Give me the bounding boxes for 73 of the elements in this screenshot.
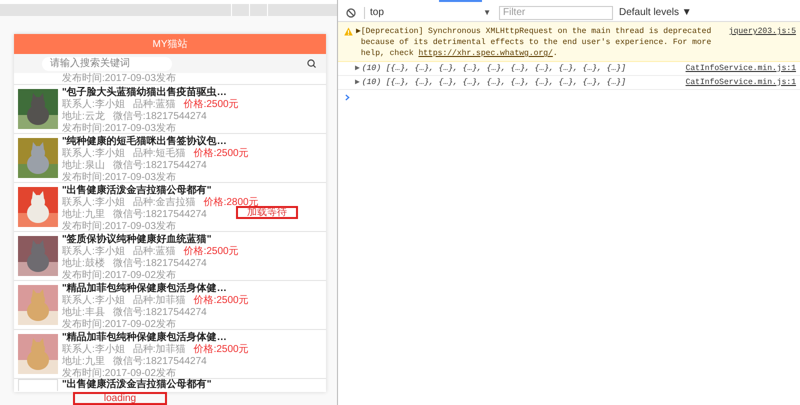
contact-text: 联系人:李小姐 (62, 295, 125, 306)
post-time: 发布时间:2017-09-03发布 (62, 73, 176, 84)
breed-text: 品种:加菲猫 (132, 295, 186, 307)
app-header: MY猫站 (14, 34, 326, 54)
contact-text: 联系人:李小姐 (62, 99, 125, 110)
price-text: 价格:2500元 (184, 99, 239, 111)
post-time: 发布时间:2017-09-02发布 (62, 368, 176, 379)
source-link[interactable]: jquery203.js:5 (728, 26, 796, 37)
listing-item[interactable]: "精品加菲包纯种保健康包活身体健… 联系人:李小姐 品种:加菲猫 价格:2500元 地址:丰县 微信号:18217544274 发布时间:2017-09-02发布 (14, 281, 326, 330)
help-link[interactable]: https://xhr.spec.whatwg.org/ (418, 49, 553, 58)
price-text: 价格:2500元 (194, 295, 249, 307)
wechat-text: 微信号:18217544274 (112, 209, 207, 221)
listing-title: "精品加菲包纯种保健康包活身体健… (62, 283, 228, 294)
contact-text: 联系人:李小姐 (62, 148, 125, 160)
wechat-text: 微信号:18217544274 (112, 307, 207, 319)
contact-text: 联系人:李小姐 (62, 344, 125, 356)
listing-title: "签质保协议纯种健康好血统蓝猫" (62, 234, 212, 246)
address-text: 地址:鼓楼 (62, 258, 105, 270)
address-text: 地址:丰县 (62, 307, 105, 318)
wechat-text: 微信号:18217544274 (112, 111, 207, 123)
loading-label: loading (73, 392, 167, 405)
address-text: 地址:九里 (62, 356, 105, 368)
warning-message: [Deprecation] Synchronous XMLHttpRequest on the main thread is deprecated because of its detrimental effects to the end user's experience. For more help, check https://xhr.spec.whatwg.org/. (360, 26, 712, 59)
log-message: (10) [{…}, {…}, {…}, {…}, {…}, {…}, {…}, {…}, {…}, {…}] (362, 62, 626, 74)
source-link[interactable]: CatInfoService.min.js:1 (686, 76, 796, 88)
listing-item[interactable]: "包子脸大头蓝猫幼猫出售疫苗驱虫… 联系人:李小姐 品种:蓝猫 价格:2500元 地址:云龙 微信号:18217544274 发布时间:2017-09-03发布 (14, 85, 326, 134)
post-time: 发布时间:2017-09-02发布 (62, 319, 177, 331)
address-text: 地址:泉山 (62, 160, 105, 172)
breed-text: 品种:蓝猫 (132, 246, 176, 258)
search-field[interactable]: 请输入搜索关键词 (42, 56, 172, 70)
expand-arrow[interactable]: ▶ (356, 26, 361, 59)
post-time: 发布时间:2017-09-03发布 (62, 123, 177, 135)
breed-text: 品种:金吉拉猫 (132, 197, 196, 209)
tab-indicator (439, 0, 482, 2)
wechat-text: 微信号:18217544274 (112, 160, 207, 172)
address-text: 地址:九里 (62, 209, 105, 220)
listing-title: "包子脸大头蓝猫幼猫出售疫苗驱虫… (62, 87, 228, 98)
wechat-text: 微信号:18217544274 (112, 258, 207, 270)
search-icon[interactable] (307, 59, 316, 68)
expand-arrow[interactable]: ▶ (355, 76, 360, 88)
listing-title: "出售健康活泼金吉拉猫公母都有" (62, 185, 212, 196)
price-text: 价格:2500元 (194, 344, 249, 356)
expand-arrow[interactable]: ▶ (355, 62, 360, 74)
breed-text: 品种:加菲猫 (132, 344, 186, 356)
loading-label: 加载等待 (236, 206, 298, 219)
breed-text: 品种:短毛猫 (132, 148, 186, 160)
listing-title: "纯种健康的短毛猫咪出售签协议包… (62, 136, 228, 148)
listing-item[interactable]: "纯种健康的短毛猫咪出售签协议包… 联系人:李小姐 品种:短毛猫 价格:2500元 地址:泉山 微信号:18217544274 发布时间:2017-09-03发布 (14, 134, 326, 183)
breed-text: 品种:蓝猫 (132, 99, 176, 111)
contact-text: 联系人:李小姐 (62, 197, 125, 208)
price-text: 价格:2500元 (184, 246, 239, 258)
clear-console-icon[interactable] (346, 8, 356, 18)
prompt-icon (345, 94, 350, 101)
listing-item[interactable]: "签质保协议纯种健康好血统蓝猫" 联系人:李小姐 品种:蓝猫 价格:2500元 地址:鼓楼 微信号:18217544274 发布时间:2017-09-02发布 (14, 232, 326, 281)
dropdown-arrow: ▼ (483, 6, 491, 18)
price-text: 价格:2800元 (204, 197, 259, 208)
price-text: 价格:2500元 (194, 148, 249, 160)
listing-item[interactable]: "精品加菲包纯种保健康包活身体健… 联系人:李小姐 品种:加菲猫 价格:2500元 地址:九里 微信号:18217544274 发布时间:2017-09-02发布 (14, 330, 326, 379)
warning-icon (344, 27, 353, 36)
address-text: 地址:云龙 (62, 111, 105, 122)
post-time: 发布时间:2017-09-02发布 (62, 270, 177, 282)
levels-dropdown[interactable]: Default levels ▼ (619, 5, 692, 20)
contact-text: 联系人:李小姐 (62, 246, 125, 258)
log-message: (10) [{…}, {…}, {…}, {…}, {…}, {…}, {…}, {…}, {…}, {…}] (362, 76, 626, 88)
post-time: 发布时间:2017-09-03发布 (62, 172, 177, 184)
wechat-text: 微信号:18217544274 (112, 356, 207, 368)
image-placeholder (18, 379, 58, 391)
listing-title: "出售健康活泼金吉拉猫公母都有" (62, 379, 212, 391)
post-time: 发布时间:2017-09-03发布 (62, 221, 177, 233)
context-dropdown[interactable]: top ▼ (370, 5, 495, 20)
filter-field[interactable]: Filter (499, 6, 613, 20)
source-link[interactable]: CatInfoService.min.js:1 (686, 62, 796, 74)
listing-title: "精品加菲包纯种保健康包活身体健… (62, 332, 228, 344)
